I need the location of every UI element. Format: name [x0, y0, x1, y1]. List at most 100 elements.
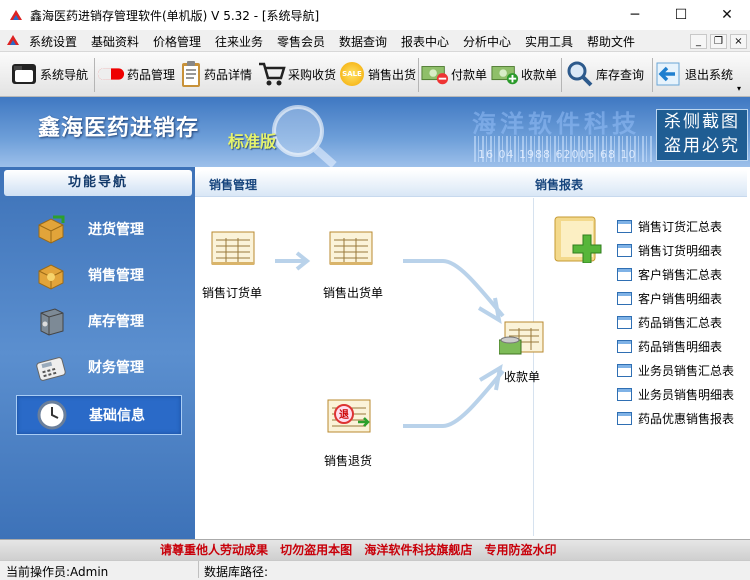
report-label: 业务员销售汇总表 — [638, 363, 735, 378]
maximize-button[interactable]: ☐ — [658, 0, 704, 30]
report-link-drug-sales-summary[interactable]: 药品销售汇总表 — [617, 312, 722, 332]
report-label: 药品销售汇总表 — [638, 315, 723, 330]
money-minus-icon — [421, 60, 449, 88]
toolbar-separator — [652, 58, 653, 92]
sales-order-label: 销售订货单 — [202, 286, 263, 300]
menu-retail-members[interactable]: 零售会员 — [277, 33, 325, 50]
minimize-button[interactable]: ─ — [612, 0, 658, 30]
menu-data-query[interactable]: 数据查询 — [339, 33, 387, 50]
menu-bar: 系统设置 基础资料 价格管理 往来业务 零售会员 数据查询 报表中心 分析中心 … — [0, 30, 750, 52]
receipt-document[interactable] — [498, 318, 545, 361]
report-link-customer-sales-detail[interactable]: 客户销售明细表 — [617, 288, 722, 308]
toolbar-label: 系统导航 — [40, 67, 89, 82]
report-link-drug-discount-sales[interactable]: 药品优惠销售报表 — [617, 408, 734, 428]
mdi-minimize-button[interactable]: _ — [690, 34, 707, 49]
status-divider — [198, 561, 199, 578]
status-db-path: 数据库路径: — [204, 565, 269, 579]
report-link-customer-sales-summary[interactable]: 客户销售汇总表 — [617, 264, 722, 284]
menu-system-settings[interactable]: 系统设置 — [29, 33, 77, 50]
menu-help[interactable]: 帮助文件 — [587, 33, 635, 50]
nav-header: 功能导航 — [4, 170, 192, 196]
menu-utilities[interactable]: 实用工具 — [525, 33, 573, 50]
report-label: 客户销售汇总表 — [638, 267, 723, 282]
sales-order-document[interactable] — [210, 228, 256, 271]
return-badge: 退 — [339, 410, 349, 421]
toolbar-drug-management-button[interactable]: 药品管理 — [97, 55, 175, 93]
report-link-sales-order-detail[interactable]: 销售订货明细表 — [617, 240, 722, 260]
document-receipt-icon — [498, 321, 544, 355]
pill-icon — [97, 60, 125, 88]
menu-price-management[interactable]: 价格管理 — [153, 33, 201, 50]
toolbar-label: 库存查询 — [596, 67, 645, 82]
menu-report-center[interactable]: 报表中心 — [401, 33, 449, 50]
banner-watermark: 海洋软件科技 — [472, 110, 640, 138]
toolbar-stock-query-button[interactable]: 库存查询 — [566, 55, 644, 93]
report-icon — [617, 243, 632, 257]
sales-return-label: 销售退货 — [324, 454, 373, 468]
report-label: 药品销售明细表 — [638, 339, 723, 354]
report-link-drug-sales-detail[interactable]: 药品销售明细表 — [617, 336, 722, 356]
toolbar-purchase-receive-button[interactable]: 采购收货 — [258, 55, 336, 93]
nav-item-label: 库存管理 — [88, 314, 144, 330]
app-logo-icon — [10, 10, 22, 20]
report-icon — [617, 339, 632, 353]
toolbar-receipt-button[interactable]: 收款单 — [491, 55, 557, 93]
close-button[interactable]: ✕ — [704, 0, 750, 30]
anti-theft-stamp: 杀侧截图 盗用必究 — [656, 109, 748, 161]
clipboard-icon — [180, 60, 202, 88]
nav-item-sales[interactable]: 销售管理 — [16, 256, 180, 294]
mdi-restore-button[interactable]: ❐ — [710, 34, 727, 49]
clock-icon — [35, 398, 69, 432]
report-icon — [617, 267, 632, 281]
anti-theft-notice: 请尊重他人劳动成果 切勿盗用本图 海洋软件科技旗舰店 专用防盗水印 — [160, 543, 557, 557]
sales-return-document[interactable]: 退 — [326, 396, 372, 439]
toolbar-system-nav-button[interactable]: 系统导航 — [10, 55, 88, 93]
toolbar-drug-details-button[interactable]: 药品详情 — [180, 55, 252, 93]
sales-shipment-document[interactable] — [328, 228, 374, 271]
nav-item-purchase[interactable]: 进货管理 — [16, 210, 180, 248]
toolbar-sales-ship-button[interactable]: SALE 销售出货 — [338, 55, 416, 93]
window-title: 鑫海医药进销存管理软件(单机版) V 5.32 - [系统导航] — [30, 9, 320, 23]
toolbar-overflow-icon[interactable]: ▾ — [737, 84, 741, 93]
sales-shipment-label: 销售出货单 — [323, 286, 384, 300]
mdi-close-button[interactable]: × — [730, 34, 747, 49]
toolbar-payment-button[interactable]: 付款单 — [421, 55, 487, 93]
exit-arrow-icon — [655, 60, 683, 88]
toolbar-label: 药品管理 — [127, 67, 176, 82]
report-icon — [617, 219, 632, 233]
toolbar-exit-button[interactable]: 退出系统 — [655, 55, 733, 93]
nav-item-basic-info[interactable]: 基础信息 — [16, 395, 182, 435]
nav-item-label: 销售管理 — [88, 268, 144, 284]
document-return-icon — [327, 399, 371, 433]
report-icon — [617, 387, 632, 401]
menu-basic-data[interactable]: 基础资料 — [91, 33, 139, 50]
report-label: 药品优惠销售报表 — [638, 411, 735, 426]
stamp-line-1: 杀侧截图 — [664, 112, 740, 132]
title-bar: 鑫海医药进销存管理软件(单机版) V 5.32 - [系统导航] ─ ☐ ✕ — [0, 0, 750, 30]
calculator-icon — [34, 350, 68, 384]
safe-icon — [34, 304, 68, 338]
nav-item-inventory[interactable]: 库存管理 — [16, 302, 180, 340]
toolbar-separator — [561, 58, 562, 92]
nav-item-finance[interactable]: 财务管理 — [16, 348, 180, 386]
sale-tag-icon: SALE — [338, 60, 366, 88]
report-link-sales-order-summary[interactable]: 销售订货汇总表 — [617, 216, 722, 236]
folder-icon — [10, 60, 38, 88]
report-label: 业务员销售明细表 — [638, 387, 735, 402]
report-icon — [617, 411, 632, 425]
toolbar-separator — [94, 58, 95, 92]
report-link-salesperson-detail[interactable]: 业务员销售明细表 — [617, 384, 734, 404]
banner-title: 鑫海医药进销存 — [38, 115, 200, 141]
report-link-salesperson-summary[interactable]: 业务员销售汇总表 — [617, 360, 734, 380]
menu-analysis-center[interactable]: 分析中心 — [463, 33, 511, 50]
app-menu-icon[interactable] — [6, 34, 20, 47]
report-folder-icon — [553, 215, 603, 266]
banner-edition: 标准版 — [228, 132, 277, 151]
stamp-line-2: 盗用必究 — [664, 136, 740, 156]
sales-report-title: 销售报表 — [535, 178, 584, 192]
cart-icon — [258, 60, 286, 88]
money-plus-icon — [491, 60, 519, 88]
nav-item-label: 财务管理 — [88, 360, 144, 376]
menu-transactions[interactable]: 往来业务 — [215, 33, 263, 50]
box-arrow-in-icon — [34, 212, 68, 246]
